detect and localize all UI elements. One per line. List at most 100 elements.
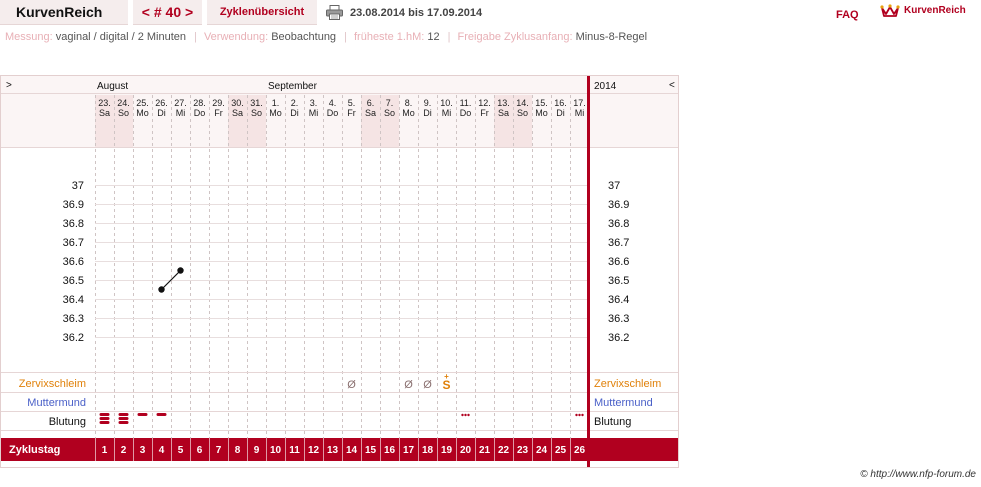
top-bar: KurvenReich < # 40 > Zyklenübersicht 23.…	[0, 0, 981, 26]
cycle-day-number: 8	[235, 445, 241, 456]
day-date: 26.	[155, 98, 168, 108]
measurement-label: Messung:	[5, 31, 53, 43]
temperature-tick-left: 36.3	[63, 313, 84, 325]
day-date: 16.	[554, 98, 567, 108]
day-weekday: Mi	[442, 108, 452, 118]
date-range: 23.08.2014 bis 17.09.2014	[350, 7, 483, 19]
temperature-tick-left: 36.5	[63, 275, 84, 287]
bleeding-spotting-mark	[581, 413, 584, 417]
today-marker-line	[587, 76, 590, 467]
month-label: September	[268, 81, 318, 92]
day-date: 2.	[291, 98, 299, 108]
cycle-day-number: 25	[555, 445, 567, 456]
cycle-day-number: 14	[346, 445, 358, 456]
bleeding-row-label: Blutung	[49, 416, 86, 428]
cycle-navigator[interactable]: < # 40 >	[133, 0, 202, 25]
day-date: 12.	[478, 98, 491, 108]
cycle-chart: > <2014 August September 23. Sa 24. So 25. Mo 26. D…	[0, 75, 679, 468]
temperature-tick-left: 36.7	[63, 237, 84, 249]
cervical-row-label-right: Zervixschleim	[594, 378, 661, 390]
day-date: 4.	[329, 98, 337, 108]
cycle-day-number: 3	[140, 445, 146, 456]
cycle-day-label: Zyklustag	[9, 444, 60, 456]
temperature-tick-left: 36.8	[63, 218, 84, 230]
day-weekday: Mo	[402, 108, 415, 118]
day-weekday: Mi	[309, 108, 319, 118]
day-weekday: Do	[327, 108, 339, 118]
day-weekday: Do	[460, 108, 472, 118]
cycle-overview-button[interactable]: Zyklenübersicht	[207, 0, 317, 25]
cycle-day-number: 9	[254, 445, 260, 456]
temperature-tick-left: 36.6	[63, 256, 84, 268]
cycle-day-number: 26	[574, 445, 586, 456]
cycle-day-number: 2	[121, 445, 127, 456]
cycle-day-number: 4	[159, 445, 165, 456]
day-weekday: Sa	[99, 108, 110, 118]
day-date: 29.	[212, 98, 225, 108]
bleeding-row-label-right: Blutung	[594, 416, 631, 428]
day-weekday: Di	[157, 108, 166, 118]
day-date: 31.	[250, 98, 263, 108]
temperature-tick-right: 36.4	[608, 294, 629, 306]
temperature-tick-right: 36.8	[608, 218, 629, 230]
settings-info-line: Messung: vaginal / digital / 2 Minuten | …	[5, 31, 648, 43]
bleeding-spotting-mark	[578, 413, 581, 417]
day-weekday: Fr	[347, 108, 356, 118]
chart-nav-prev[interactable]: >	[6, 80, 12, 91]
temperature-tick-right: 36.2	[608, 332, 629, 344]
print-icon[interactable]	[326, 5, 343, 20]
day-weekday: So	[384, 108, 395, 118]
bleeding-heavy-mark	[118, 417, 129, 420]
day-weekday: Sa	[232, 108, 243, 118]
day-weekday: Mo	[269, 108, 282, 118]
cervical-mark: S	[442, 378, 450, 392]
bleeding-heavy-mark	[99, 413, 110, 416]
month-label: August	[97, 81, 128, 92]
cervix-row-label: Muttermund	[27, 397, 86, 409]
day-date: 9.	[424, 98, 432, 108]
temperature-point[interactable]	[158, 286, 165, 293]
day-weekday: Do	[194, 108, 206, 118]
day-weekday: Di	[556, 108, 565, 118]
usage-label: Verwendung:	[203, 31, 269, 43]
temperature-tick-right: 36.6	[608, 256, 629, 268]
temperature-tick-right: 36.5	[608, 275, 629, 287]
chart-nav-next[interactable]: <	[669, 80, 675, 91]
cycle-day-number: 20	[460, 445, 472, 456]
brand-link[interactable]: KurvenReich	[904, 5, 966, 16]
bleeding-heavy-mark	[118, 413, 129, 416]
day-date: 23.	[98, 98, 111, 108]
cycle-day-number: 16	[384, 445, 396, 456]
day-date: 24.	[117, 98, 130, 108]
measurement-value: vaginal / digital / 2 Minuten	[55, 31, 187, 43]
bleeding-heavy-mark	[99, 421, 110, 424]
app-logo[interactable]: KurvenReich	[0, 0, 128, 25]
cervical-mark: Ø	[347, 379, 356, 391]
cycle-day-number: 12	[308, 445, 320, 456]
cycle-day-number: 13	[327, 445, 339, 456]
day-weekday: Mi	[176, 108, 186, 118]
cycle-day-number: 19	[441, 445, 453, 456]
copyright-text: © http://www.nfp-forum.de	[860, 469, 976, 480]
cycle-day-number: 15	[365, 445, 377, 456]
cycle-day-number: 23	[517, 445, 529, 456]
cervix-row-label-right: Muttermund	[594, 397, 653, 409]
cycle-day-number: 1	[102, 445, 108, 456]
temperature-tick-left: 37	[72, 180, 84, 192]
cycle-overview-label: Zyklenübersicht	[219, 6, 305, 18]
day-date: 7.	[386, 98, 394, 108]
day-weekday: Sa	[365, 108, 376, 118]
temperature-tick-left: 36.2	[63, 332, 84, 344]
faq-link[interactable]: FAQ	[836, 9, 859, 21]
temperature-point[interactable]	[177, 267, 184, 274]
cycle-nav-label: < # 40 >	[141, 4, 194, 20]
bleeding-light-mark	[156, 413, 167, 416]
day-date: 17.	[573, 98, 586, 108]
cervical-mark: Ø	[404, 379, 413, 391]
temperature-tick-right: 37	[608, 180, 620, 192]
earliest-value: 12	[427, 31, 440, 43]
day-date: 28.	[193, 98, 206, 108]
release-label: Freigabe Zyklusanfang:	[457, 31, 573, 43]
earliest-label: früheste 1.hM:	[353, 31, 425, 43]
day-weekday: So	[517, 108, 528, 118]
